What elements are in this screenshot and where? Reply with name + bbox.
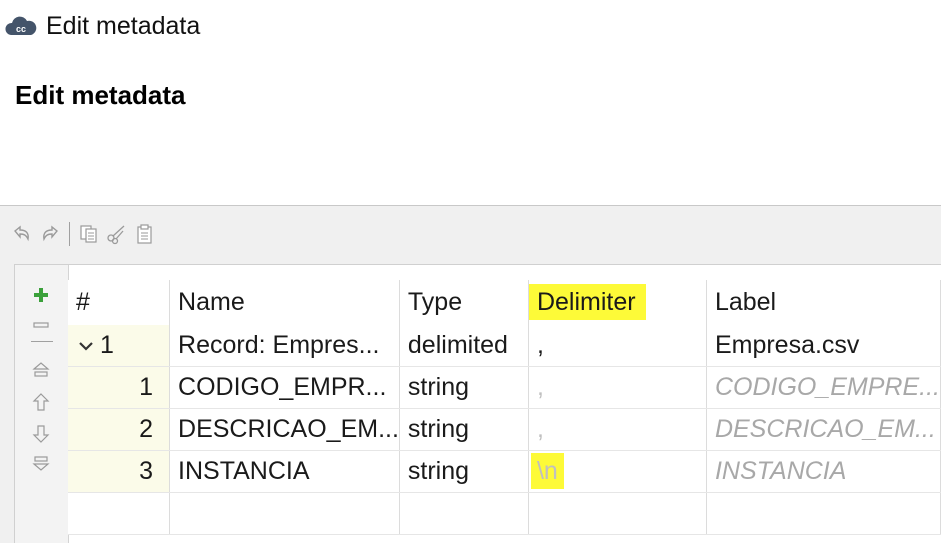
record-row[interactable]: 1 Record: Empres... delimited , Empresa.…	[68, 325, 941, 367]
record-num-cell: 1	[68, 325, 171, 367]
metadata-table: # Name Type Delimiter Label 1 Record: Em…	[68, 280, 941, 535]
row-name[interactable]: INSTANCIA	[169, 450, 400, 493]
empty-cell	[706, 492, 941, 535]
row-name[interactable]: CODIGO_EMPR...	[169, 366, 400, 409]
cut-button[interactable]	[103, 220, 131, 248]
chevron-down-icon[interactable]	[76, 339, 96, 353]
empty-cell	[528, 492, 707, 535]
tools-separator	[31, 341, 53, 342]
add-icon	[34, 288, 48, 302]
column-header-num[interactable]: #	[68, 280, 171, 325]
move-bottom-button[interactable]	[28, 451, 54, 477]
move-up-icon	[32, 393, 50, 411]
row-num: 3	[68, 450, 171, 493]
record-label[interactable]: Empresa.csv	[706, 325, 941, 367]
row-delimiter: \n	[530, 453, 564, 489]
empty-cell	[68, 492, 171, 535]
row-delimiter-cell[interactable]: \n	[528, 450, 707, 493]
move-top-button[interactable]	[28, 357, 54, 383]
table-row[interactable]: 3 INSTANCIA string \n INSTANCIA	[68, 450, 941, 493]
cloud-cc-icon: cc	[5, 16, 37, 35]
table-row[interactable]: 2 DESCRICAO_EM... string , DESCRICAO_EM.…	[68, 408, 941, 451]
move-bottom-icon	[32, 456, 50, 471]
undo-button[interactable]	[8, 220, 36, 248]
row-num: 1	[68, 366, 171, 409]
table-header: # Name Type Delimiter Label	[68, 280, 941, 325]
table-row[interactable]: 1 CODIGO_EMPR... string , CODIGO_EMPRE..…	[68, 366, 941, 409]
page-title: Edit metadata	[15, 80, 186, 110]
edit-toolbar	[8, 220, 159, 248]
copy-button[interactable]	[75, 220, 103, 248]
move-down-icon	[32, 425, 50, 443]
column-header-type[interactable]: Type	[399, 280, 529, 325]
window-title: Edit metadata	[46, 12, 201, 40]
redo-icon	[43, 225, 58, 242]
record-delimiter[interactable]: ,	[528, 325, 707, 367]
undo-icon	[14, 225, 29, 242]
toolbar-separator	[69, 222, 70, 246]
move-up-button[interactable]	[28, 389, 54, 415]
column-header-name[interactable]: Name	[169, 280, 400, 325]
empty-cell	[399, 492, 529, 535]
remove-row-button[interactable]	[28, 312, 54, 338]
empty-row	[68, 492, 941, 535]
delimiter-header-label: Delimiter	[528, 284, 646, 320]
row-type[interactable]: string	[399, 408, 529, 451]
row-delimiter[interactable]: ,	[528, 366, 707, 409]
svg-text:cc: cc	[16, 24, 26, 34]
move-down-button[interactable]	[28, 421, 54, 447]
column-header-delimiter[interactable]: Delimiter	[528, 280, 707, 325]
row-label[interactable]: DESCRICAO_EM...	[706, 408, 941, 451]
row-type[interactable]: string	[399, 450, 529, 493]
column-header-label[interactable]: Label	[706, 280, 941, 325]
row-tools	[15, 265, 69, 543]
row-type[interactable]: string	[399, 366, 529, 409]
redo-button[interactable]	[36, 220, 64, 248]
cut-icon	[107, 225, 125, 245]
record-name[interactable]: Record: Empres...	[169, 325, 400, 367]
row-label[interactable]: INSTANCIA	[706, 450, 941, 493]
row-delimiter[interactable]: ,	[528, 408, 707, 451]
row-num: 2	[68, 408, 171, 451]
row-name[interactable]: DESCRICAO_EM...	[169, 408, 400, 451]
remove-icon	[33, 322, 49, 328]
copy-icon	[80, 225, 97, 243]
record-type[interactable]: delimited	[399, 325, 529, 367]
empty-cell	[169, 492, 400, 535]
title-bar: cc Edit metadata	[0, 0, 941, 52]
move-top-icon	[32, 362, 50, 377]
add-row-button[interactable]	[28, 282, 54, 308]
paste-icon	[137, 224, 152, 244]
record-num: 1	[100, 331, 114, 359]
row-label[interactable]: CODIGO_EMPRE...	[706, 366, 941, 409]
paste-button[interactable]	[131, 220, 159, 248]
